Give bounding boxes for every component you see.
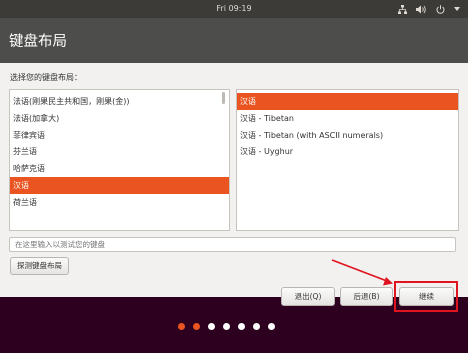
progress-dot	[193, 323, 200, 330]
header-bar: 键盘布局	[0, 18, 468, 63]
page-title: 键盘布局	[9, 34, 67, 50]
list-item[interactable]: 法语(加拿大)	[10, 110, 229, 127]
progress-dot	[178, 323, 185, 330]
list-item[interactable]: 菲律宾语	[10, 127, 229, 144]
power-icon[interactable]	[436, 4, 445, 14]
keyboard-test-input[interactable]	[9, 237, 456, 252]
list-item[interactable]: 法语(刚果民主共和国，刚果(金))	[10, 93, 229, 110]
keyboard-layout-list[interactable]: 法语(刚果民主共和国，刚果(金)) 法语(加拿大) 菲律宾语 芬兰语 哈萨克语 汉语 荷兰语	[9, 89, 230, 231]
progress-dots	[178, 323, 275, 330]
progress-dot	[223, 323, 230, 330]
list-item[interactable]: 汉语 - Tibetan (with ASCII numerals)	[237, 127, 458, 144]
layout-prompt: 选择您的键盘布局：	[10, 73, 82, 82]
chevron-down-icon[interactable]	[454, 7, 460, 11]
detect-layout-button[interactable]: 探测键盘布局	[10, 257, 69, 275]
list-item[interactable]: 荷兰语	[10, 194, 229, 211]
network-icon[interactable]	[398, 4, 407, 14]
progress-dot	[268, 323, 275, 330]
list-scrollbar[interactable]	[222, 92, 225, 104]
installer-window: 键盘布局 选择您的键盘布局： 法语(刚果民主共和国，刚果(金)) 法语(加拿大) 菲…	[0, 18, 468, 312]
back-button[interactable]: 后退(B)	[340, 287, 393, 306]
progress-dot	[253, 323, 260, 330]
list-item[interactable]: 哈萨克语	[10, 160, 229, 177]
list-item[interactable]: 芬兰语	[10, 143, 229, 160]
list-item[interactable]: 汉语 - Uyghur	[237, 143, 458, 160]
annotation-highlight-box	[394, 281, 458, 312]
list-item[interactable]: 汉语 - Tibetan	[237, 110, 458, 127]
list-item[interactable]: 汉语	[237, 93, 458, 110]
volume-icon[interactable]	[416, 5, 427, 14]
progress-dot	[238, 323, 245, 330]
keyboard-variant-list[interactable]: 汉语 汉语 - Tibetan 汉语 - Tibetan (with ASCII n…	[236, 89, 459, 231]
quit-button[interactable]: 退出(Q)	[281, 287, 335, 306]
system-indicators	[398, 0, 460, 18]
top-panel: Fri 09:19	[0, 0, 468, 18]
list-item[interactable]: 汉语	[10, 177, 229, 194]
progress-dot	[208, 323, 215, 330]
